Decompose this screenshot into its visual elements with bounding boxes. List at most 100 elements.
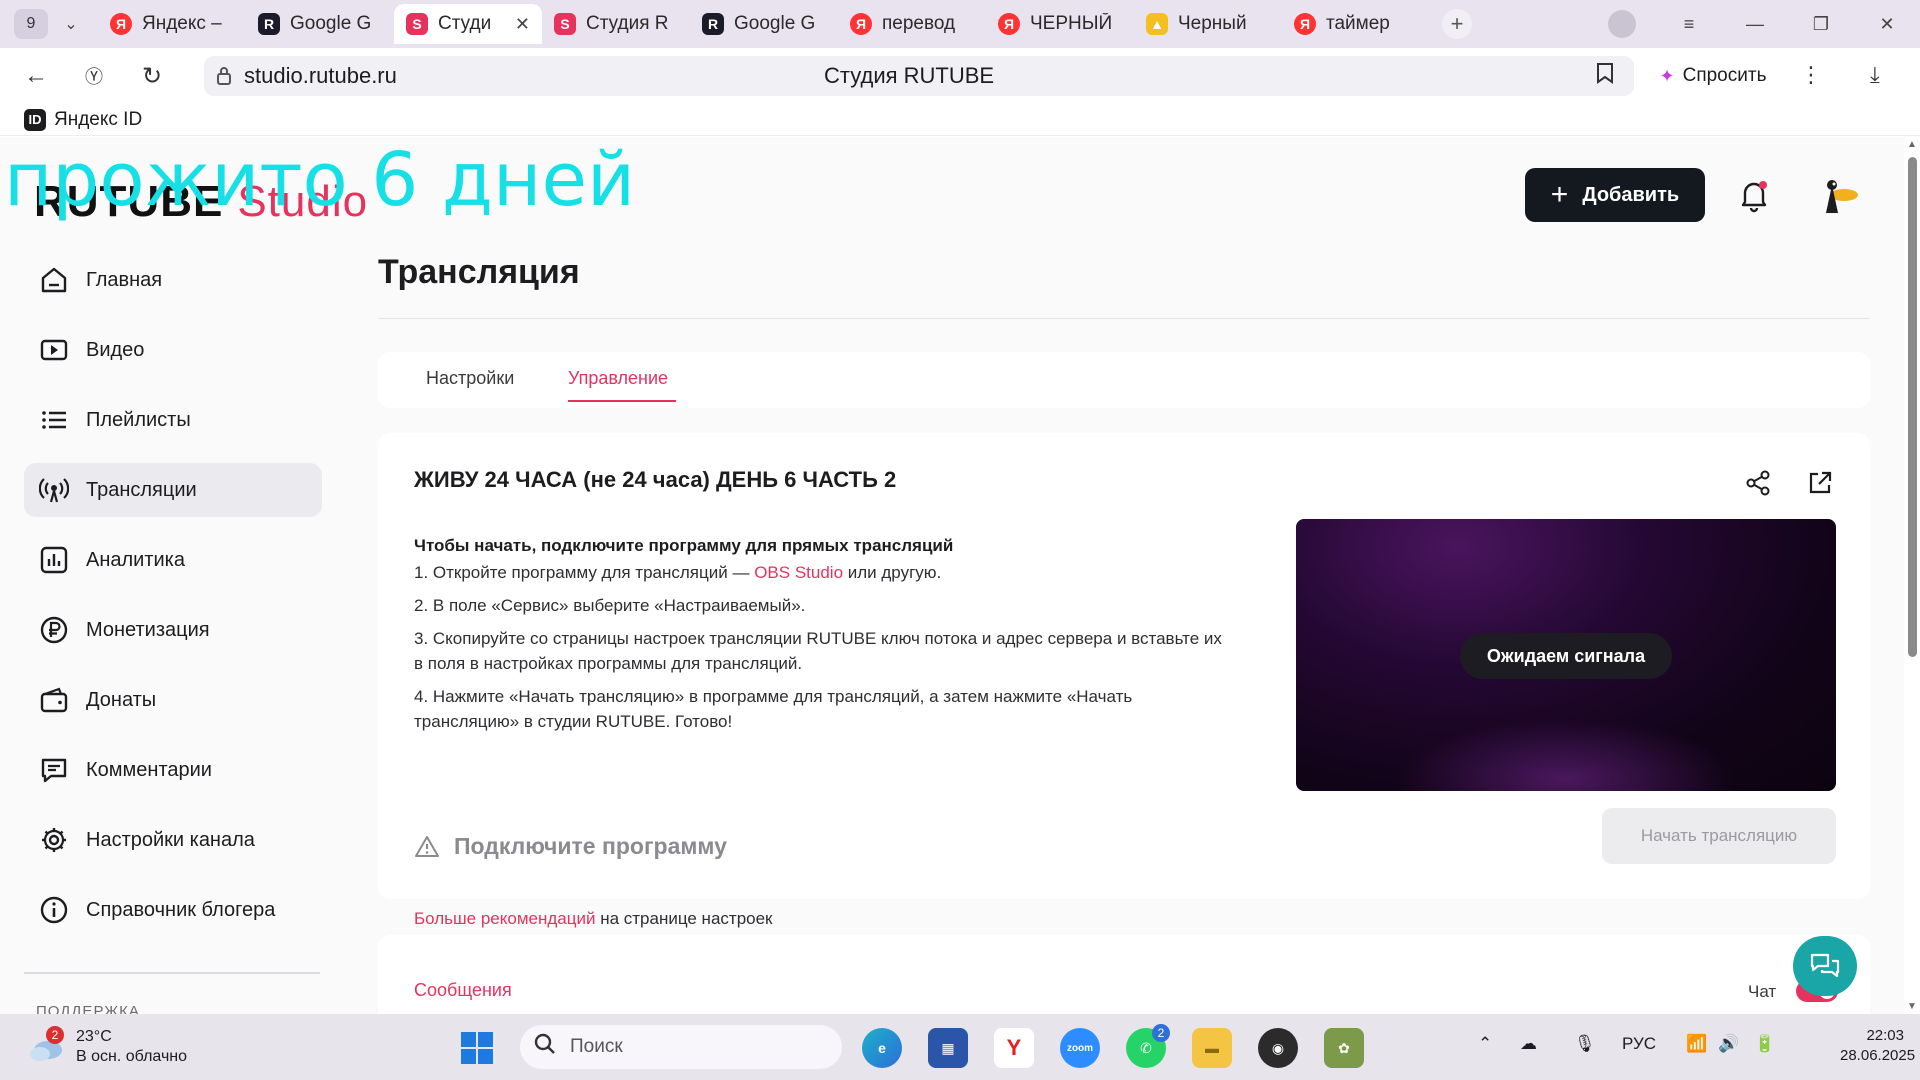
tray-chevron-icon[interactable]: ⌃ (1478, 1034, 1492, 1054)
yandex-icon: Я (1294, 13, 1316, 35)
start-broadcast-button[interactable]: Начать трансляцию (1602, 808, 1836, 864)
browser-tab[interactable]: S Студия R (542, 4, 690, 44)
store-icon[interactable]: ▦ (928, 1028, 968, 1068)
browser-tabstrip: 9 ⌄ Я Яндекс – R Google G S Студи ✕ S Студия … (0, 0, 1920, 48)
download-icon[interactable]: ⤓ (1870, 62, 1880, 88)
tab-counter[interactable]: 9 (14, 9, 48, 39)
browser-tab[interactable]: Ятаймер (1282, 4, 1430, 44)
sidebar-item-analytics[interactable]: Аналитика (24, 533, 322, 587)
stream-overlay-text: прожито 6 дней (4, 137, 636, 223)
scroll-down-icon[interactable]: ▼ (1907, 1001, 1917, 1012)
tab-list: Я Яндекс – R Google G S Студи ✕ S Студия R RG… (98, 0, 1472, 48)
sidebar-item-video[interactable]: Видео (24, 323, 322, 377)
sidebar-item-channel-settings[interactable]: Настройки канала (24, 813, 322, 867)
profile-icon[interactable] (1608, 10, 1636, 38)
yandex-home-icon[interactable]: Ⓨ (72, 54, 116, 98)
search-placeholder: Поиск (570, 1036, 623, 1057)
sidebar-item-monetization[interactable]: Монетизация (24, 603, 322, 657)
sidebar-item-playlists[interactable]: Плейлисты (24, 393, 322, 447)
sidebar-item-comments[interactable]: Комментарии (24, 743, 322, 797)
wifi-icon[interactable]: 📶 (1686, 1034, 1707, 1054)
ruble-icon (38, 614, 70, 646)
analytics-icon (38, 544, 70, 576)
sidebar-item-home[interactable]: Главная (24, 253, 322, 307)
obs-studio-link[interactable]: OBS Studio (754, 563, 843, 582)
browser-tab[interactable]: Яперевод (838, 4, 986, 44)
more-recommendations-link[interactable]: Больше рекомендаций (414, 909, 595, 928)
avatar[interactable] (1814, 173, 1862, 217)
scrollbar-thumb[interactable] (1908, 157, 1917, 657)
stream-card: ЖИВУ 24 ЧАСА (не 24 часа) ДЕНЬ 6 ЧАСТЬ 2… (378, 433, 1870, 928)
yandex-icon: Я (998, 13, 1020, 35)
yandex-browser-icon[interactable]: Y (994, 1028, 1034, 1068)
tabs-bar: Настройки Управление (378, 352, 1870, 408)
windows-start-icon[interactable] (460, 1031, 494, 1065)
sidebar-item-label: Видео (86, 338, 145, 361)
open-external-icon[interactable] (1806, 469, 1834, 497)
language-indicator[interactable]: РУС (1622, 1034, 1656, 1054)
info-icon (38, 894, 70, 926)
back-arrow-icon[interactable]: ← (14, 54, 58, 98)
ask-alice-button[interactable]: ✦ Спросить (1648, 56, 1778, 96)
scroll-up-icon[interactable]: ▲ (1907, 139, 1917, 150)
zoom-icon[interactable]: zoom (1060, 1028, 1100, 1068)
url-text: studio.rutube.ru (244, 63, 397, 88)
lock-icon (204, 66, 244, 86)
sidebar-item-label: Справочник блогера (86, 898, 276, 921)
browser-tab[interactable]: Я ЧЕРНЫЙ (986, 4, 1134, 44)
new-tab-plus-icon[interactable]: + (1442, 9, 1472, 39)
tab-management[interactable]: Управление (568, 368, 668, 389)
waiting-signal-badge: Ожидаем сигнала (1460, 633, 1672, 679)
bookmark-yandex-id[interactable]: Яндекс ID (54, 109, 142, 131)
page-viewport: RUTUBE Studio прожито 6 дней + Добавить Гл… (0, 137, 1904, 1014)
browser-tab-active[interactable]: S Студи ✕ (394, 4, 542, 44)
sidebar-item-donations[interactable]: Донаты (24, 673, 322, 727)
page-heading: Трансляция (378, 253, 580, 291)
sidebar-item-broadcasts[interactable]: Трансляции (24, 463, 322, 517)
playlist-icon (38, 404, 70, 436)
file-explorer-icon[interactable]: ▬ (1192, 1028, 1232, 1068)
share-icon[interactable] (1744, 469, 1772, 497)
stream-preview[interactable]: Ожидаем сигнала (1296, 519, 1836, 791)
volume-icon[interactable]: 🔊 (1718, 1034, 1739, 1054)
bookmark-icon[interactable] (1596, 62, 1614, 90)
weather-widget[interactable]: 2 23°C В осн. облачно (26, 1026, 216, 1070)
browser-tab[interactable]: Я Яндекс – (98, 4, 246, 44)
close-window-icon[interactable]: ✕ (1854, 0, 1920, 48)
tab-close-icon[interactable]: ✕ (515, 14, 530, 35)
battery-icon[interactable]: 🔋 (1754, 1034, 1775, 1054)
browser-tab[interactable]: ▲ Черный (1134, 4, 1282, 44)
omnibox[interactable]: studio.rutube.ru Студия RUTUBE (204, 56, 1634, 96)
sidebar-item-blogger-guide[interactable]: Справочник блогера (24, 883, 322, 937)
tab-label: Google G (734, 13, 816, 34)
tab-list-chevron-icon[interactable]: ⌄ (56, 9, 86, 39)
system-clock[interactable]: 22:03 28.06.2025 (1840, 1026, 1915, 1066)
instruction-step-2: 2. В поле «Сервис» выберите «Настраиваем… (414, 596, 806, 615)
sparkle-icon: ✦ (1659, 65, 1675, 86)
restore-icon[interactable]: ❐ (1788, 0, 1854, 48)
messages-title[interactable]: Сообщения (414, 980, 512, 1001)
connect-program-warning: Подключите программу (414, 833, 727, 860)
instructions-heading: Чтобы начать, подключите программу для п… (414, 536, 954, 555)
browser-tab[interactable]: R Google G (246, 4, 394, 44)
edge-icon[interactable]: e (862, 1028, 902, 1068)
search-icon (534, 1033, 556, 1061)
yandex-id-icon: ID (24, 108, 46, 131)
bookmarks-bar: ID Яндекс ID (0, 104, 1920, 136)
game-app-icon[interactable]: ✿ (1324, 1028, 1364, 1068)
temperature: 23°C (76, 1028, 112, 1045)
add-button[interactable]: + Добавить (1525, 168, 1705, 222)
menu-icon[interactable]: ≡ (1656, 0, 1722, 48)
bell-icon[interactable] (1736, 177, 1772, 213)
onedrive-icon[interactable]: ☁ (1520, 1034, 1537, 1054)
tab-settings[interactable]: Настройки (426, 368, 514, 389)
obs-icon[interactable]: ◉ (1258, 1028, 1298, 1068)
reload-icon[interactable]: ↻ (130, 54, 174, 98)
page-scrollbar[interactable]: ▲ ▼ (1904, 137, 1920, 1014)
minimize-icon[interactable]: — (1722, 0, 1788, 48)
more-vertical-icon[interactable]: ⋮ (1800, 62, 1822, 88)
taskbar-search[interactable]: Поиск (520, 1025, 842, 1069)
support-chat-button[interactable] (1793, 936, 1857, 996)
microphone-icon[interactable]: 🎙 (1574, 1034, 1596, 1054)
browser-tab[interactable]: R Google G (690, 4, 838, 44)
